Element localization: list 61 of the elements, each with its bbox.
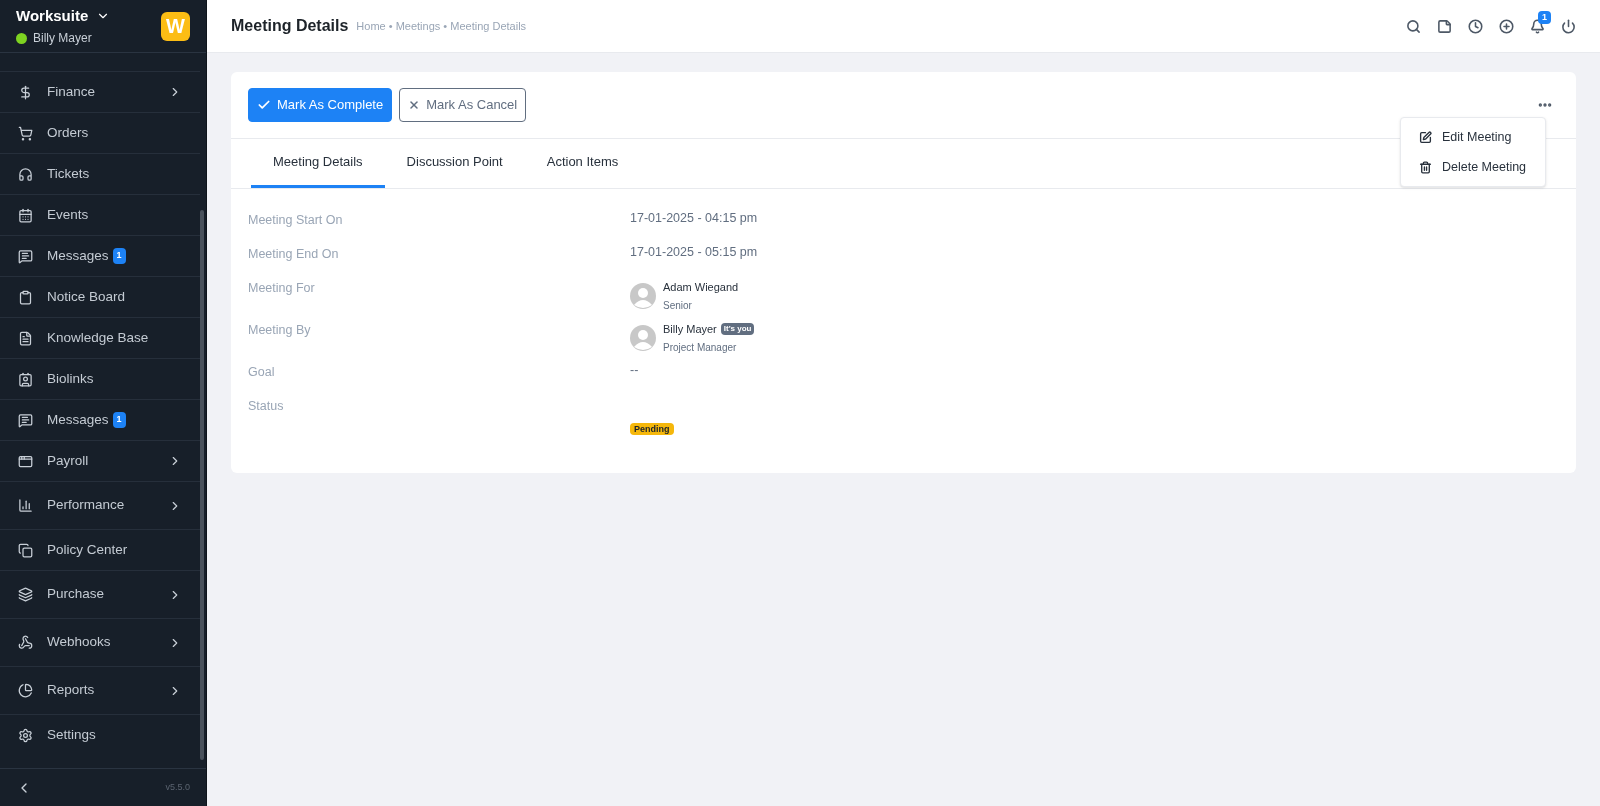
version-text: v5.5.0 xyxy=(165,780,190,794)
message-icon xyxy=(18,412,33,428)
close-icon xyxy=(408,99,421,111)
calendar-icon xyxy=(18,207,33,223)
logo: W xyxy=(161,11,190,41)
document-icon xyxy=(18,330,33,346)
pages-icon xyxy=(18,542,33,558)
sidebar-item[interactable]: Messages 1 xyxy=(0,235,200,276)
you-tag: It's you xyxy=(720,323,755,335)
menu-item[interactable]: Delete Meeting xyxy=(1401,152,1545,182)
person-role: Senior xyxy=(663,299,693,314)
page-title: Meeting Details xyxy=(231,16,349,36)
add-icon[interactable] xyxy=(1499,18,1514,34)
clock-icon[interactable] xyxy=(1468,18,1483,34)
person-name[interactable]: Billy Mayer xyxy=(663,320,717,338)
webhook-icon xyxy=(18,635,33,650)
breadcrumb: Home • Meetings • Meeting Details xyxy=(356,18,527,34)
field-value: 17-01-2025 - 05:15 pm xyxy=(630,244,758,261)
note-icon[interactable] xyxy=(1437,18,1452,34)
clipboard-icon xyxy=(18,289,33,305)
cancel-button[interactable]: Mark As Cancel xyxy=(399,88,527,122)
search-icon[interactable] xyxy=(1406,18,1421,34)
tab[interactable]: Discussion Point xyxy=(384,139,525,188)
tab[interactable]: Action Items xyxy=(524,139,641,188)
user-name: Billy Mayer xyxy=(33,30,92,48)
field-label: Meeting End On xyxy=(248,246,340,263)
avatar-icon xyxy=(630,325,656,351)
cart-icon xyxy=(18,125,33,141)
sidebar-item[interactable]: Messages 1 xyxy=(0,399,200,440)
settings-icon xyxy=(18,727,33,743)
tab[interactable]: Meeting Details xyxy=(251,139,385,188)
field-label: Status xyxy=(248,398,285,415)
bar-chart-icon xyxy=(18,498,33,513)
badge-card-icon xyxy=(18,371,33,387)
field-label: Goal xyxy=(248,364,276,381)
menu-item[interactable]: Edit Meeting xyxy=(1401,122,1545,152)
check-icon xyxy=(257,98,271,112)
avatar-icon xyxy=(630,283,656,309)
count-badge: 1 xyxy=(112,412,126,428)
dollar-icon xyxy=(18,84,33,100)
field-label: Meeting For xyxy=(248,280,316,297)
count-badge: 1 xyxy=(112,248,126,264)
pie-chart-icon xyxy=(18,683,33,698)
bell-icon[interactable] xyxy=(1530,18,1545,34)
message-icon xyxy=(18,248,33,264)
layers-icon xyxy=(18,587,33,602)
person-role: Project Manager xyxy=(663,341,738,356)
trash-icon xyxy=(1419,160,1432,174)
headset-icon xyxy=(18,166,33,182)
status-badge: Pending xyxy=(630,423,674,435)
app-name[interactable]: Worksuite xyxy=(16,4,89,28)
field-value: -- xyxy=(630,362,639,379)
field-label: Meeting By xyxy=(248,322,312,339)
notification-badge: 1 xyxy=(1538,10,1551,24)
complete-button[interactable]: Mark As Complete xyxy=(248,88,393,122)
person-name[interactable]: Adam Wiegand xyxy=(663,278,739,296)
window-icon xyxy=(18,453,33,469)
field-value: 17-01-2025 - 04:15 pm xyxy=(630,210,758,227)
edit-icon xyxy=(1419,130,1432,144)
field-label: Meeting Start On xyxy=(248,212,344,229)
logout-icon[interactable] xyxy=(1561,18,1576,34)
